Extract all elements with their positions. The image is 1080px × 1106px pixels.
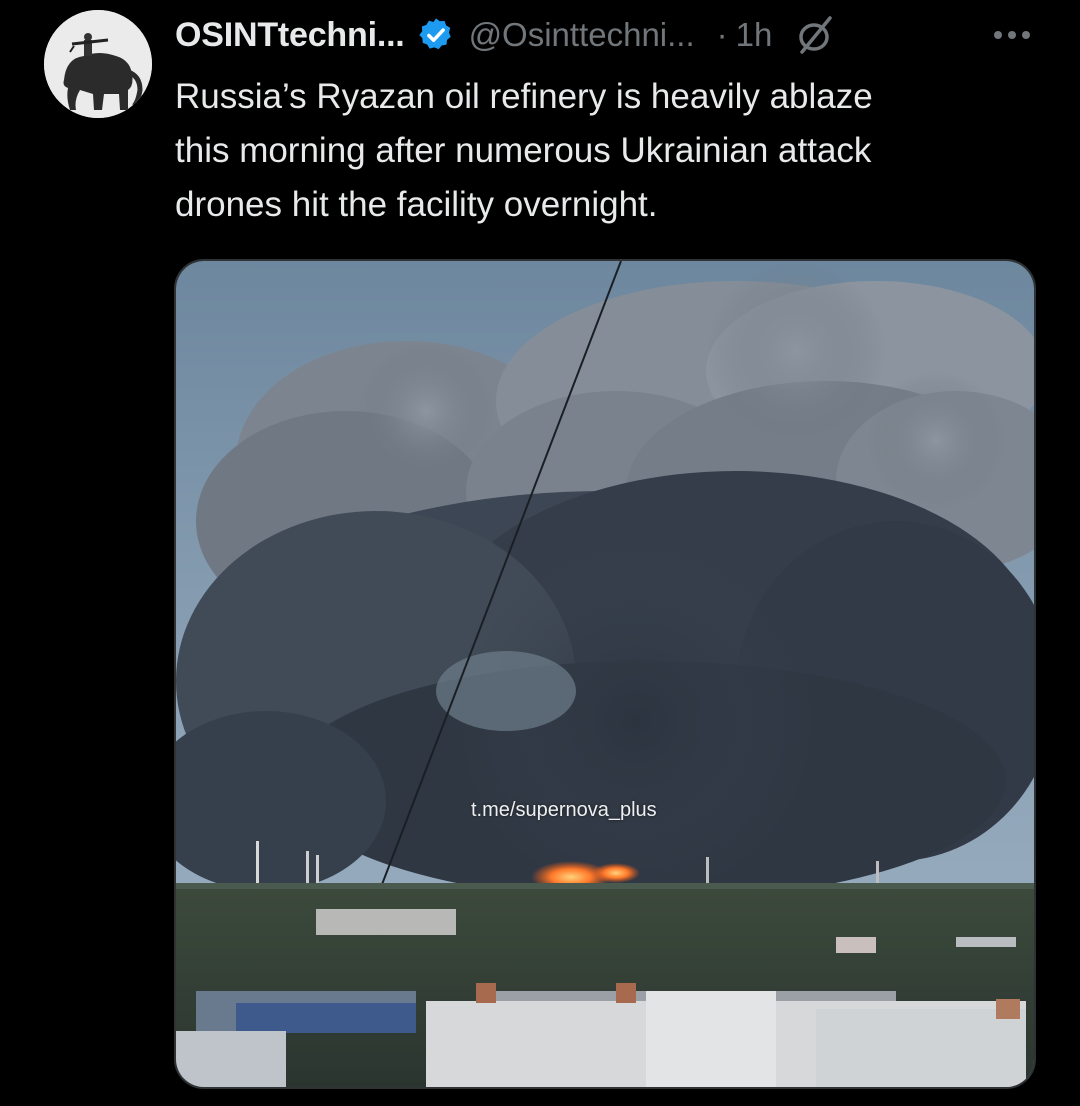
- avatar[interactable]: [44, 10, 152, 118]
- avatar-image: [44, 10, 152, 118]
- image-watermark: t.me/supernova_plus: [471, 799, 657, 821]
- tweet-timestamp[interactable]: 1h: [736, 16, 773, 54]
- grok-icon[interactable]: [794, 14, 836, 56]
- refinery-fire-photo: [176, 261, 1034, 1087]
- more-options-icon[interactable]: [990, 22, 1034, 48]
- tweet[interactable]: OSINTtechni... @Osinttechni... · 1h Russ…: [0, 0, 1080, 1106]
- author-display-name[interactable]: OSINTtechni...: [175, 16, 405, 55]
- tweet-text: Russia’s Ryazan oil refinery is heavily …: [175, 77, 873, 224]
- header-separator: ·: [716, 16, 728, 53]
- verified-badge-icon[interactable]: [417, 16, 455, 54]
- author-handle[interactable]: @Osinttechni...: [469, 16, 695, 54]
- tweet-media-image[interactable]: t.me/supernova_plus: [174, 259, 1036, 1089]
- tweet-header: OSINTtechni... @Osinttechni... · 1h: [175, 8, 1055, 62]
